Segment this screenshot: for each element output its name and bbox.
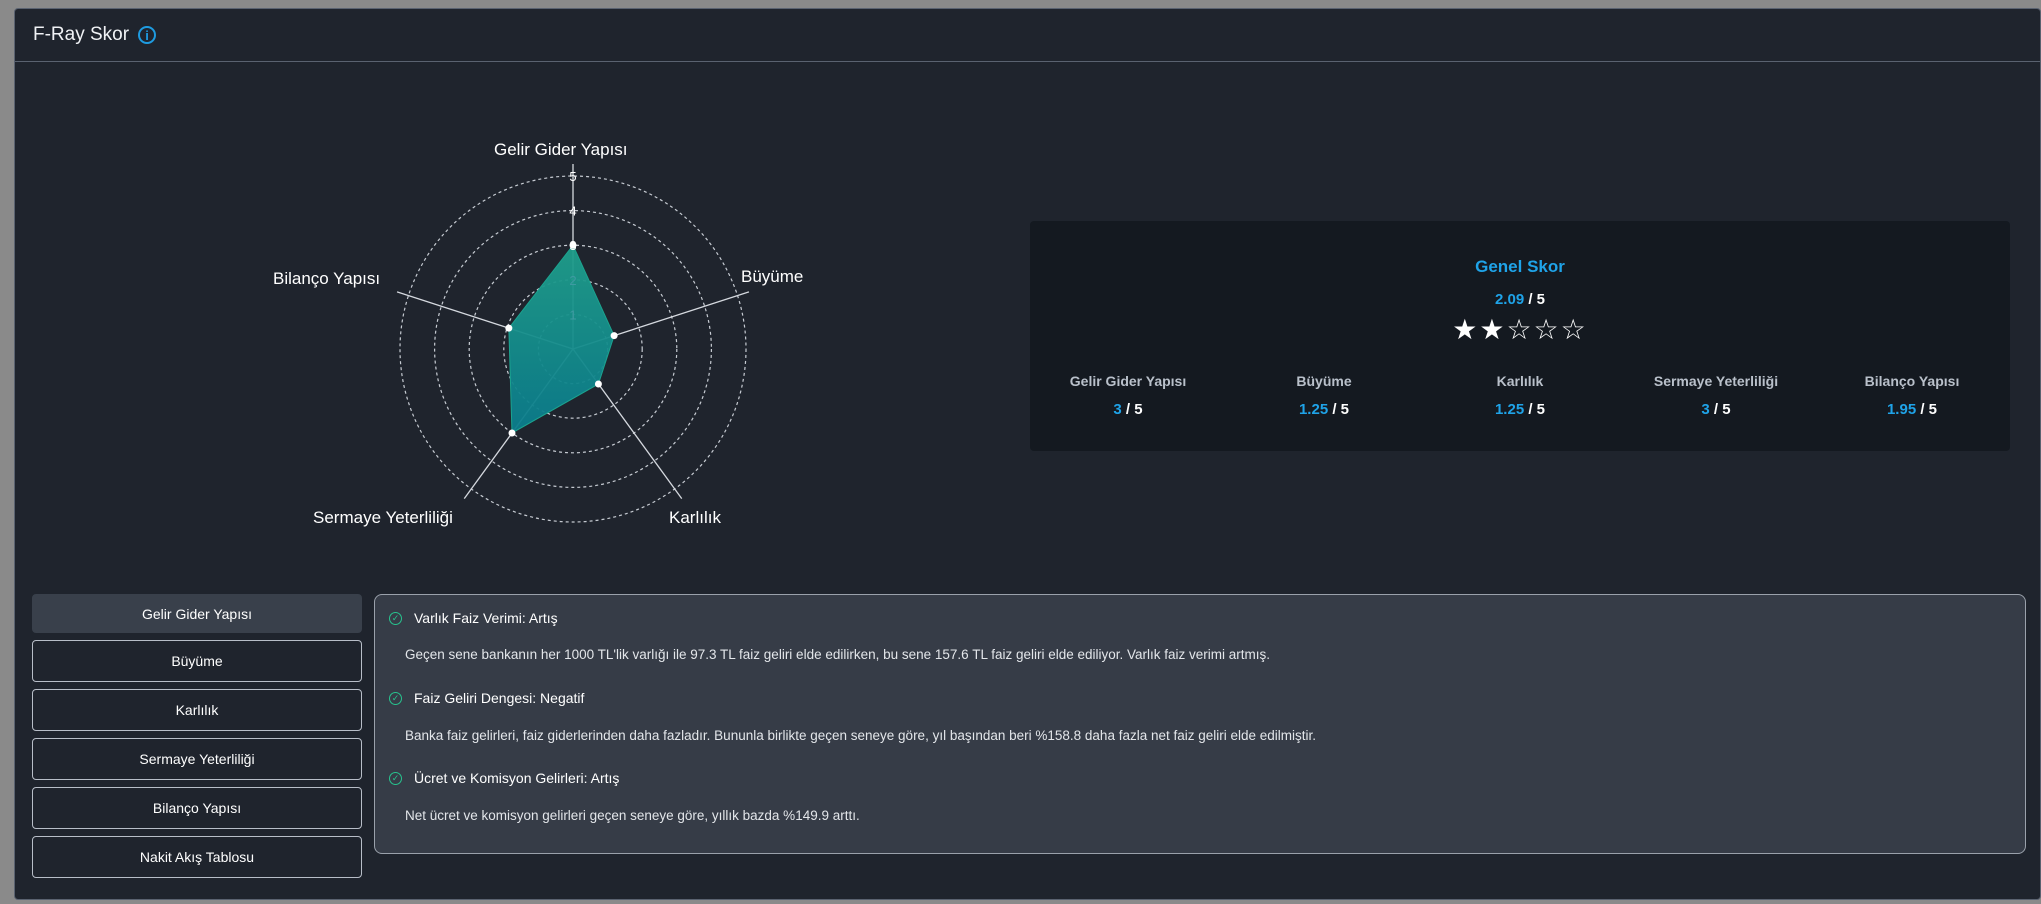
tab-gelir-gider[interactable]: Gelir Gider Yapısı — [32, 594, 362, 633]
sub-score-number: 1.25 — [1298, 401, 1329, 418]
sub-score-number: 3 — [1701, 401, 1710, 418]
sub-score-max: / 5 — [1920, 401, 1938, 418]
radar-tick-label: 4 — [569, 204, 576, 219]
panel-header: F-Ray Skor i — [15, 9, 2040, 62]
detail-title-text: Varlık Faiz Verimi: Artış — [414, 610, 558, 626]
star-empty-icon: ☆ — [1560, 314, 1588, 345]
sub-score-max: / 5 — [1528, 401, 1546, 418]
radar-label-gelir-gider: Gelir Gider Yapısı — [494, 140, 628, 159]
general-score-number: 2.09 — [1494, 291, 1525, 308]
sub-score-label: Bilanço Yapısı — [1864, 373, 1960, 389]
check-circle-icon: ✓ — [389, 771, 402, 785]
sub-score-value: 3 / 5 — [1618, 401, 1814, 418]
radar-label-sermaye: Sermaye Yeterliliği — [313, 508, 453, 527]
sub-score-value: 1.25 / 5 — [1422, 401, 1618, 418]
check-circle-icon: ✓ — [389, 691, 402, 705]
fray-score-panel: F-Ray Skor i 1 2 3 4 5 Gelir Gider Yapısı Bü… — [14, 8, 2041, 900]
star-filled-icon: ★ — [1452, 314, 1480, 345]
detail-item-title: ✓ Ücret ve Komisyon Gelirleri: Artış — [389, 770, 619, 786]
info-icon[interactable]: i — [138, 26, 157, 44]
tab-bilanco[interactable]: Bilanço Yapısı — [32, 787, 362, 829]
sub-score-karlilik: Karlılık 1.25 / 5 — [1422, 373, 1618, 418]
radar-tick-label: 5 — [569, 169, 576, 184]
detail-item-title: ✓ Faiz Geliri Dengesi: Negatif — [389, 690, 584, 706]
sub-score-buyume: Büyüme 1.25 / 5 — [1226, 373, 1422, 418]
tab-karlilik[interactable]: Karlılık — [32, 689, 362, 731]
detail-item-text: Geçen sene bankanın her 1000 TL'lik varl… — [405, 647, 1271, 662]
sub-score-gelir-gider: Gelir Gider Yapısı 3 / 5 — [1030, 373, 1226, 418]
star-filled-icon: ★ — [1479, 314, 1507, 345]
detail-title-text: Ücret ve Komisyon Gelirleri: Artış — [414, 770, 620, 786]
sub-score-label: Karlılık — [1496, 373, 1544, 389]
radar-data-point — [505, 324, 513, 332]
tab-sermaye[interactable]: Sermaye Yeterliliği — [32, 738, 362, 780]
star-empty-icon: ☆ — [1533, 314, 1561, 345]
panel-title: F-Ray Skor — [33, 24, 130, 45]
sub-score-label: Sermaye Yeterliliği — [1653, 373, 1779, 389]
tab-nakit-akis[interactable]: Nakit Akış Tablosu — [32, 836, 362, 878]
sub-score-value: 1.25 / 5 — [1226, 401, 1422, 418]
sub-scores: Gelir Gider Yapısı 3 / 5 Büyüme 1.25 / 5… — [1030, 373, 2010, 418]
radar-data-point — [569, 241, 577, 249]
sub-score-bilanco: Bilanço Yapısı 1.95 / 5 — [1814, 373, 2010, 418]
detail-item-text: Banka faiz gelirleri, faiz giderlerinden… — [405, 728, 1317, 743]
detail-item-text: Net ücret ve komisyon gelirleri geçen se… — [405, 808, 860, 823]
sub-score-label: Gelir Gider Yapısı — [1069, 373, 1187, 389]
sub-score-max: / 5 — [1332, 401, 1350, 418]
radar-label-bilanco: Bilanço Yapısı — [273, 269, 381, 288]
radar-tick-label: 2 — [569, 273, 576, 288]
radar-tick-label: 1 — [569, 307, 576, 322]
sub-score-value: 3 / 5 — [1030, 401, 1226, 418]
general-score-value: 2.09 / 5 — [1030, 291, 2010, 308]
radar-chart: 12345 Gelir Gider Yapısı Büyüme Karlılık… — [15, 62, 1015, 582]
radar-label-buyume: Büyüme — [741, 267, 804, 286]
sub-score-number: 3 — [1113, 401, 1122, 418]
radar-label-karlilik: Karlılık — [669, 508, 721, 527]
detail-item-title: ✓ Varlık Faiz Verimi: Artış — [389, 610, 558, 626]
detail-box: ✓ Varlık Faiz Verimi: Artış Geçen sene b… — [374, 594, 2026, 854]
radar-data-point — [508, 429, 516, 437]
radar-data-point — [594, 380, 602, 388]
general-score-max: / 5 — [1528, 291, 1546, 308]
check-circle-icon: ✓ — [389, 611, 402, 625]
general-score-title: Genel Skor — [1475, 257, 1565, 276]
category-tabs: Gelir Gider Yapısı Büyüme Karlılık Serma… — [32, 594, 362, 885]
sub-score-label: Büyüme — [1296, 373, 1352, 389]
star-rating: ★★☆☆☆ — [1030, 313, 2010, 346]
sub-score-value: 1.95 / 5 — [1814, 401, 2010, 418]
sub-score-sermaye: Sermaye Yeterliliği 3 / 5 — [1618, 373, 1814, 418]
detail-title-text: Faiz Geliri Dengesi: Negatif — [414, 690, 585, 706]
general-score-card: Genel Skor 2.09 / 5 ★★☆☆☆ Gelir Gider Ya… — [1030, 221, 2010, 451]
sub-score-number: 1.95 — [1886, 401, 1917, 418]
sub-score-max: / 5 — [1125, 401, 1143, 418]
radar-data-area — [508, 244, 615, 434]
sub-score-max: / 5 — [1713, 401, 1731, 418]
radar-data-point — [610, 332, 618, 340]
sub-score-number: 1.25 — [1494, 401, 1525, 418]
star-empty-icon: ☆ — [1506, 314, 1534, 345]
tab-buyume[interactable]: Büyüme — [32, 640, 362, 682]
